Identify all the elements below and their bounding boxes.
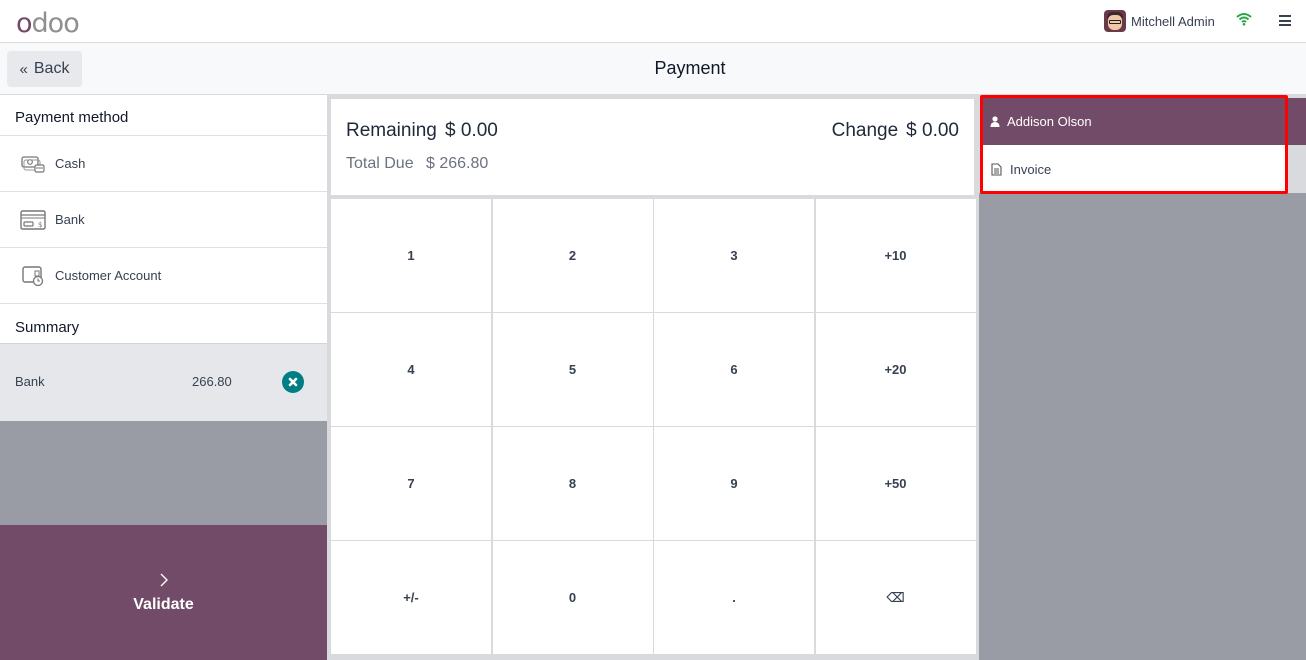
payment-line-method: Bank [15, 374, 45, 389]
validate-button[interactable]: Validate [0, 525, 327, 660]
avatar [1104, 10, 1126, 32]
change-display: Change $ 0.00 [832, 120, 959, 142]
customer-button[interactable]: Addison Olson [982, 98, 1306, 145]
wifi-icon[interactable] [1236, 12, 1252, 26]
user-name: Mitchell Admin [1131, 13, 1215, 29]
payment-right-panel: Addison Olson Invoice [979, 95, 1306, 660]
hamburger-menu-icon[interactable] [1279, 15, 1291, 26]
remaining-value: $ 0.00 [445, 120, 498, 141]
numpad-key-plus-20[interactable]: +20 [815, 313, 976, 426]
numpad-key-3[interactable]: 3 [654, 199, 814, 312]
payment-center-panel: Remaining $ 0.00 Total Due $ 266.80 Chan… [327, 95, 979, 660]
payment-line[interactable]: Bank 266.80 [0, 344, 327, 421]
chevron-right-icon [160, 573, 168, 586]
card-icon: $ [20, 209, 46, 231]
odoo-logo[interactable]: odoo [16, 8, 80, 39]
numpad-key-5[interactable]: 5 [492, 313, 653, 426]
total-due-label: Total Due [346, 155, 414, 172]
payment-method-bank[interactable]: $ Bank [0, 192, 327, 248]
user-icon [990, 116, 1000, 127]
user-menu[interactable]: Mitchell Admin [1104, 10, 1215, 32]
invoice-toggle-button[interactable]: Invoice [982, 145, 1288, 193]
logo-rest: doo [31, 8, 80, 39]
numpad-key-9[interactable]: 9 [654, 427, 814, 540]
numpad-key-4[interactable]: 4 [331, 313, 491, 426]
svg-text:$: $ [38, 221, 42, 229]
payment-method-label: Cash [55, 156, 86, 171]
payment-method-customer-account[interactable]: Customer Account [0, 248, 327, 304]
backspace-icon[interactable]: ⌫ [815, 541, 976, 654]
validate-label: Validate [133, 595, 194, 613]
change-value: $ 0.00 [906, 120, 959, 141]
screen-header: « Back Payment [0, 43, 1306, 95]
delete-payment-line-icon[interactable] [282, 371, 304, 393]
payment-method-title: Payment method [0, 95, 327, 136]
payment-method-label: Customer Account [55, 268, 162, 283]
page-title: Payment [654, 58, 726, 78]
remaining-label: Remaining [346, 120, 437, 141]
payment-method-cash[interactable]: Cash [0, 136, 327, 192]
numpad-key-2[interactable]: 2 [492, 199, 653, 312]
payment-line-amount: 266.80 [192, 374, 232, 389]
numpad-key-0[interactable]: 0 [492, 541, 653, 654]
numpad-key-6[interactable]: 6 [654, 313, 814, 426]
invoice-label: Invoice [1010, 161, 1052, 177]
numpad-key-8[interactable]: 8 [492, 427, 653, 540]
numpad-key-plus-50[interactable]: +50 [815, 427, 976, 540]
payment-status: Remaining $ 0.00 Total Due $ 266.80 Chan… [331, 99, 974, 195]
numpad-key-7[interactable]: 7 [331, 427, 491, 540]
numpad-key-decimal[interactable]: . [654, 541, 814, 654]
cash-icon [20, 153, 46, 175]
total-due-value: $ 266.80 [426, 155, 489, 172]
top-navbar: odoo Mitchell Admin [0, 0, 1306, 43]
wallet-clock-icon [20, 265, 46, 287]
change-label: Change [831, 120, 899, 141]
numpad-key-plus-10[interactable]: +10 [815, 199, 976, 312]
payment-method-label: Bank [55, 212, 85, 227]
numpad: 1 2 3 +10 4 5 6 +20 7 8 9 +50 +/- 0 . ⌫ [331, 199, 976, 654]
customer-name: Addison Olson [1007, 114, 1092, 129]
summary-title: Summary [0, 304, 327, 344]
numpad-key-1[interactable]: 1 [331, 199, 491, 312]
file-text-icon [991, 162, 1002, 176]
numpad-key-plus-minus[interactable]: +/- [331, 541, 491, 654]
logo-o: o [16, 8, 33, 39]
